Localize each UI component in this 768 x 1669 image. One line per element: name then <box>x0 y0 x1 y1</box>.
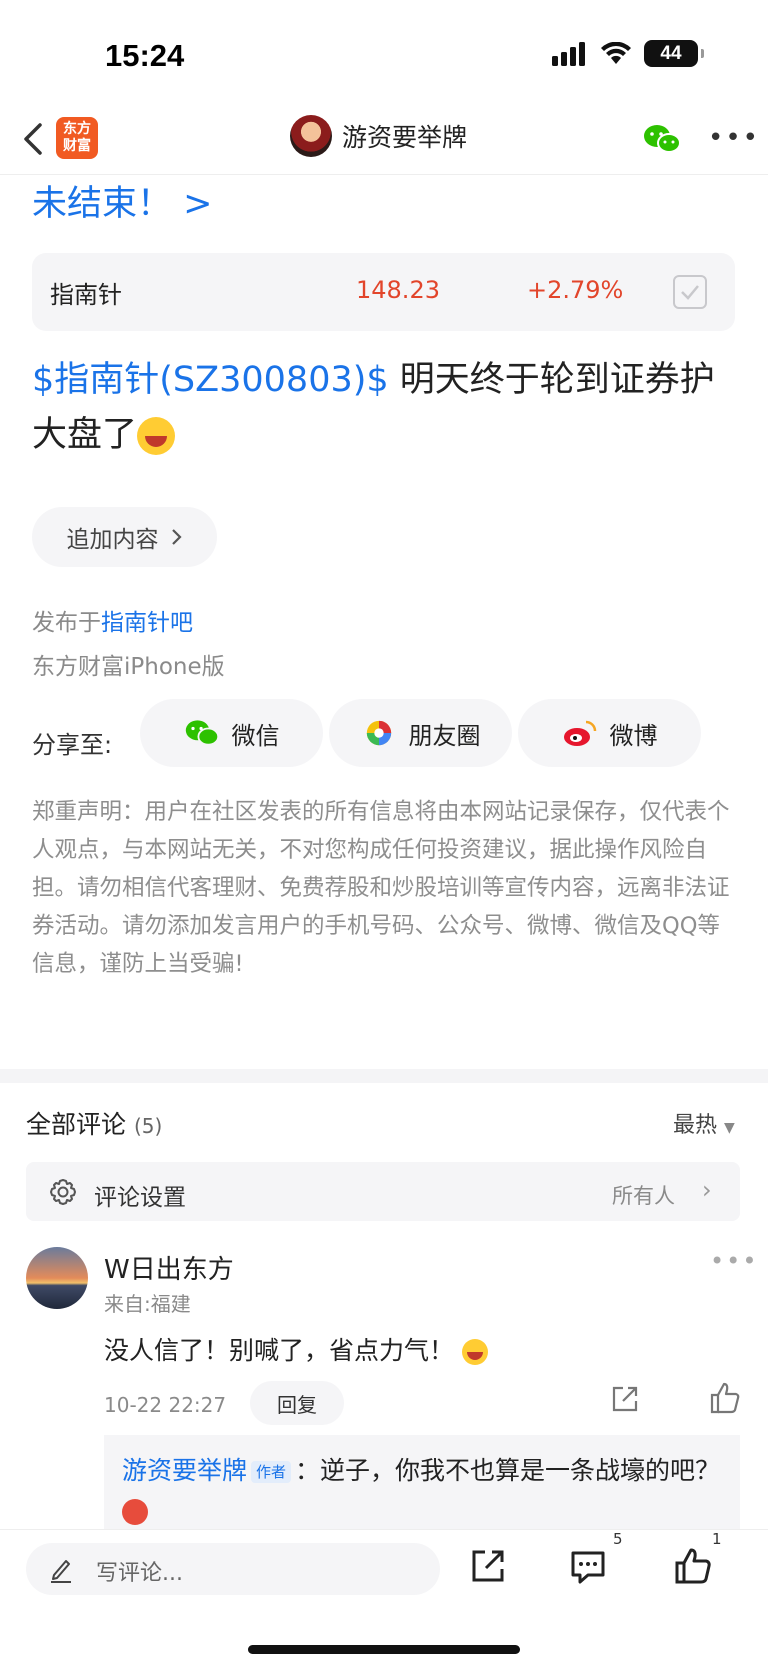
share-wechat-label: 微信 <box>231 721 280 750</box>
battery-icon: 44 <box>644 40 704 67</box>
nav-author[interactable]: 游资要举牌 <box>290 115 467 157</box>
wifi-icon <box>601 41 631 64</box>
share-icon[interactable] <box>468 1546 508 1586</box>
add-content-label: 追加内容 <box>66 527 159 553</box>
share-weibo-label: 微博 <box>609 721 658 750</box>
share-label: 分享至: <box>32 731 113 759</box>
comment-sort-dropdown[interactable]: 最热 ▼ <box>673 1107 735 1139</box>
author-name[interactable]: 游资要举牌 <box>342 118 467 154</box>
comment-icon[interactable] <box>568 1546 608 1586</box>
reply-author-name[interactable]: 游资要举牌 <box>122 1456 247 1485</box>
signal-icon <box>552 41 585 66</box>
wechat-icon[interactable] <box>642 123 682 155</box>
nav-bar: 东方 财富 游资要举牌 ••• <box>0 105 768 175</box>
angry-emoji-icon <box>122 1499 148 1525</box>
status-time: 15:24 <box>105 38 185 73</box>
app-logo[interactable]: 东方 财富 <box>56 117 98 159</box>
author-reply-text: 游资要举牌 作者 ：逆子，你我不也算是一条战壕的吧？ <box>122 1451 722 1531</box>
laughing-emoji-icon <box>137 417 176 455</box>
comment-time: 10-22 22:27 <box>104 1393 227 1417</box>
post-body: $指南针(SZ300803)$ 明天终于轮到证券护大盘了 <box>32 353 742 463</box>
comment-settings-value: 所有人 <box>612 1184 675 1208</box>
back-icon[interactable] <box>20 121 50 157</box>
author-reply[interactable]: 游资要举牌 作者 ：逆子，你我不也算是一条战壕的吧？ <box>104 1435 740 1535</box>
commenter-avatar[interactable] <box>26 1247 88 1309</box>
reply-button[interactable]: 回复 <box>250 1381 344 1425</box>
comment-text: 没人信了！别喊了，省点力气！ <box>104 1331 488 1367</box>
weibo-icon <box>563 720 596 746</box>
comments-title: 全部评论 (5) <box>26 1105 162 1141</box>
moments-icon <box>366 720 391 746</box>
share-wechat-button[interactable]: 微信 <box>140 699 323 767</box>
gear-icon <box>50 1179 76 1205</box>
disclaimer-text: 郑重声明：用户在社区发表的所有信息将由本网站记录保存，仅代表个人观点，与本网站无… <box>32 799 730 977</box>
comment-input[interactable]: 写评论... <box>26 1543 440 1595</box>
published-prefix: 发布于 <box>32 610 101 636</box>
published-in: 发布于指南针吧 <box>32 603 193 637</box>
check-icon <box>681 285 699 300</box>
watchlist-checkbox[interactable] <box>673 275 707 309</box>
author-avatar[interactable] <box>290 115 332 157</box>
like-count-badge: 1 <box>712 1530 722 1548</box>
thumbs-up-icon[interactable] <box>673 1546 713 1586</box>
share-icon[interactable] <box>609 1383 641 1415</box>
share-weibo-button[interactable]: 微博 <box>518 699 701 767</box>
bottom-bar: 写评论... 5 1 <box>0 1529 768 1669</box>
chevron-right-icon <box>171 529 182 545</box>
stock-card[interactable]: 指南针 148.23 +2.79% <box>32 253 735 331</box>
sort-label: 最热 <box>673 1113 718 1138</box>
stock-price: 148.23 <box>356 276 440 304</box>
share-moments-button[interactable]: 朋友圈 <box>329 699 512 767</box>
comment-text-body: 没人信了！别喊了，省点力气！ <box>104 1336 455 1365</box>
status-icons: 44 <box>552 40 704 67</box>
app-logo-line2: 财富 <box>63 138 91 154</box>
forum-link[interactable]: 指南针吧 <box>101 610 193 636</box>
comment-settings-row[interactable]: 评论设置 所有人 › <box>26 1162 740 1221</box>
comment-settings-label: 评论设置 <box>94 1185 186 1211</box>
comments-title-label: 全部评论 <box>26 1110 127 1139</box>
laughing-emoji-icon <box>461 1339 488 1365</box>
previous-post-link[interactable]: 未结束！ > <box>32 175 212 226</box>
home-indicator <box>248 1645 520 1654</box>
author-badge: 作者 <box>251 1461 292 1483</box>
wechat-icon <box>185 720 219 746</box>
pencil-icon <box>51 1560 71 1583</box>
stock-tag-link[interactable]: $指南针(SZ300803)$ <box>32 360 389 400</box>
section-divider <box>0 1069 768 1083</box>
stock-name: 指南针 <box>50 281 122 309</box>
stock-change: +2.79% <box>527 276 624 304</box>
comment-more-icon[interactable]: ••• <box>710 1247 758 1275</box>
comment-item: W日出东方 来自:福建 ••• 没人信了！别喊了，省点力气！ 10-22 22:… <box>26 1247 756 1437</box>
commenter-name[interactable]: W日出东方 <box>104 1249 234 1286</box>
chevron-right-icon: › <box>702 1176 712 1204</box>
commenter-location: 来自:福建 <box>104 1292 191 1316</box>
status-bar: 15:24 44 <box>0 0 768 105</box>
post-device: 东方财富iPhone版 <box>32 654 225 680</box>
comments-count: (5) <box>133 1114 163 1138</box>
caret-down-icon: ▼ <box>724 1120 735 1136</box>
comment-input-placeholder: 写评论... <box>96 1561 183 1586</box>
more-icon[interactable]: ••• <box>708 123 760 153</box>
comment-count-badge: 5 <box>613 1530 623 1548</box>
share-moments-label: 朋友圈 <box>408 721 481 750</box>
thumbs-up-icon[interactable] <box>709 1381 741 1415</box>
app-logo-line1: 东方 <box>63 121 91 137</box>
reply-body: ：逆子，你我不也算是一条战壕的吧？ <box>295 1456 721 1485</box>
add-content-button[interactable]: 追加内容 <box>32 507 217 567</box>
